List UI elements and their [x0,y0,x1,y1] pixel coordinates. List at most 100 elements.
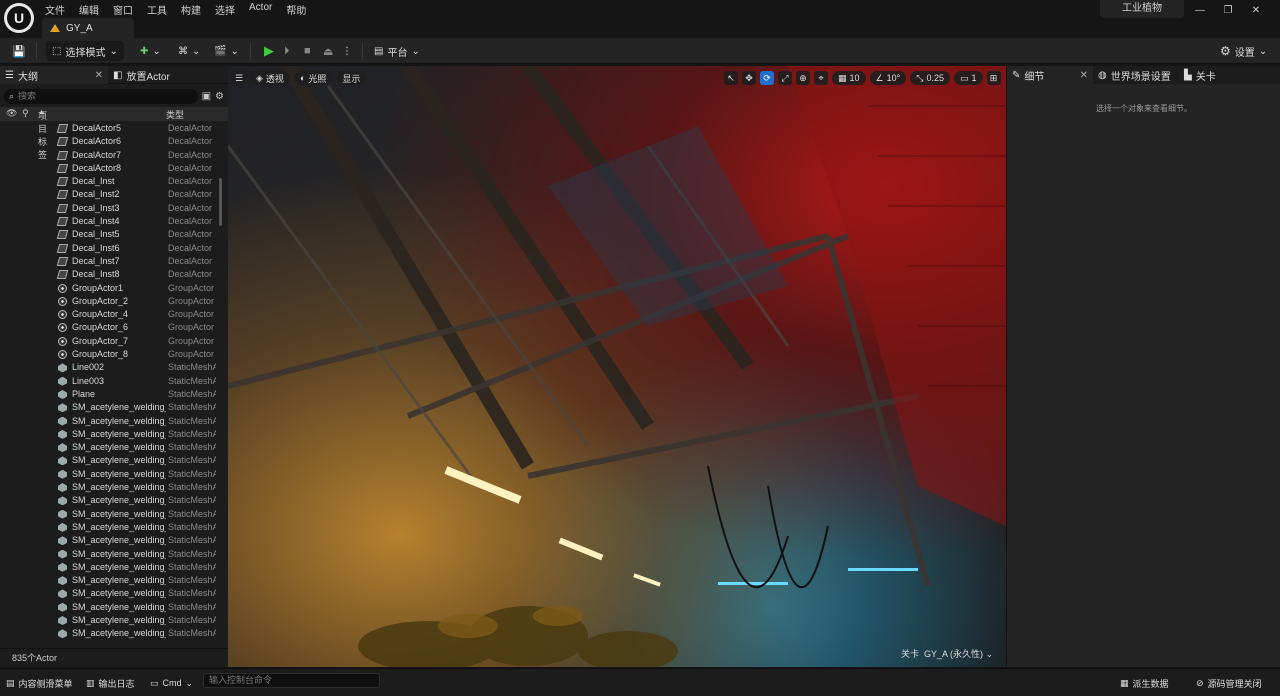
outliner-row[interactable]: SM_acetylene_welding_StaticMeshA [0,481,218,494]
cmd-dropdown[interactable]: ▭ Cmd ⌄ [150,675,193,691]
tab-place-actors[interactable]: ◧ 放置Actor [108,66,218,84]
lighting-button[interactable]: ◐ 光照 [293,71,333,85]
show-button[interactable]: 显示 [336,71,367,85]
outliner-row[interactable]: SM_acetylene_welding_StaticMeshA [0,521,218,534]
outliner-row[interactable]: SM_acetylene_welding_StaticMeshA [0,614,218,627]
menu-file[interactable]: 文件 [38,0,72,17]
world-space-icon[interactable]: ⊕ [796,71,810,85]
outliner-row[interactable]: SM_acetylene_welding_StaticMeshA [0,508,218,521]
outliner-row[interactable]: Line002 StaticMeshA [0,361,218,374]
outliner-row[interactable]: DecalActor5 DecalActor [0,122,218,135]
select-tool-icon[interactable]: ↖ [724,71,738,85]
add-folder-icon[interactable]: ▣ [202,91,211,102]
outliner-row[interactable]: DecalActor7 DecalActor [0,149,218,162]
output-log-button[interactable]: ▥ 输出日志 [86,675,135,691]
outliner-row[interactable]: SM_acetylene_welding_StaticMeshA [0,561,218,574]
outliner-row[interactable]: SM_acetylene_welding_StaticMeshA [0,627,218,640]
menu-build[interactable]: 构建 [174,0,208,17]
outliner-row[interactable]: Decal_Inst DecalActor [0,175,218,188]
outliner-row[interactable]: SM_acetylene_welding_StaticMeshA [0,494,218,507]
level-tab[interactable]: GY_A [42,18,134,38]
source-control-button[interactable]: ⊘ 源码管理关闭 [1196,675,1262,691]
outliner-row[interactable]: SM_acetylene_welding_StaticMeshA [0,601,218,614]
outliner-row[interactable]: GroupActor_8 GroupActor [0,348,218,361]
close-button[interactable]: ✕ [1246,4,1266,18]
outliner-row[interactable]: SM_acetylene_welding_StaticMeshA [0,574,218,587]
menu-window[interactable]: 窗口 [106,0,140,17]
surface-snap-icon[interactable]: ⌖ [814,71,828,85]
level-viewport[interactable]: ☰ ◈ 透视 ◐ 光照 显示 ↖ ✥ ⟳ ⤢ ⊕ ⌖ ▦ 10 ∠ 10° ⤡ … [228,66,1006,667]
outliner-row[interactable]: GroupActor_6 GroupActor [0,321,218,334]
outliner-row[interactable]: Plane StaticMeshA [0,388,218,401]
outliner-row[interactable]: SM_acetylene_welding_StaticMeshA [0,534,218,547]
outliner-row[interactable]: GroupActor_7 GroupActor [0,335,218,348]
outliner-row[interactable]: GroupActor_4 GroupActor [0,308,218,321]
outliner-row[interactable]: SM_acetylene_welding_StaticMeshA [0,441,218,454]
eject-button[interactable]: ⏏ [319,41,337,61]
outliner-row[interactable]: DecalActor8 DecalActor [0,162,218,175]
blueprint-button[interactable]: ⌘ ⌄ [174,41,204,61]
close-icon[interactable]: ✕ [1080,70,1088,81]
save-button[interactable]: 💾 [8,41,30,61]
menu-help[interactable]: 帮助 [279,0,313,17]
maximize-button[interactable]: ❐ [1218,4,1238,18]
settings-button[interactable]: ⚙ 设置 ⌄ [1216,41,1271,61]
viewport-menu-button[interactable]: ☰ [232,71,246,85]
close-icon[interactable]: ✕ [95,70,103,81]
menu-edit[interactable]: 编辑 [72,0,106,17]
outliner-row[interactable]: SM_acetylene_welding_StaticMeshA [0,428,218,441]
outliner-row[interactable]: SM_acetylene_welding_StaticMeshA [0,415,218,428]
minimize-button[interactable]: — [1190,4,1210,18]
tab-details[interactable]: ✎ 细节 ✕ [1007,66,1093,84]
outliner-row[interactable]: Decal_Inst3 DecalActor [0,202,218,215]
search-input[interactable] [18,91,159,101]
menu-select[interactable]: 选择 [208,0,242,17]
mode-select-dropdown[interactable]: ⬚ 选择模式 ⌄ [46,41,124,61]
scale-snap-button[interactable]: ⤡ 0.25 [910,71,950,85]
console-command-input[interactable]: 输入控制台命令 [203,673,380,688]
outliner-row[interactable]: Decal_Inst8 DecalActor [0,268,218,281]
tab-level[interactable]: ▙ 关卡 [1179,66,1265,84]
outliner-row[interactable]: Decal_Inst5 DecalActor [0,228,218,241]
outliner-row[interactable]: SM_acetylene_welding_StaticMeshA [0,641,218,643]
column-type-header[interactable]: 类型 [166,108,184,121]
grid-snap-button[interactable]: ▦ 10 [832,71,866,85]
step-button[interactable]: ⏵ [280,41,294,61]
outliner-row[interactable]: SM_acetylene_welding_StaticMeshA [0,548,218,561]
outliner-row[interactable]: SM_acetylene_welding_StaticMeshA [0,454,218,467]
outliner-row[interactable]: SM_acetylene_welding_StaticMeshA [0,587,218,600]
add-content-button[interactable]: ✚ ⌄ [136,41,165,61]
outliner-row[interactable]: GroupActor_2 GroupActor [0,295,218,308]
platform-dropdown[interactable]: ▤ 平台 ⌄ [370,41,424,61]
outliner-row[interactable]: DecalActor6 DecalActor [0,135,218,148]
outliner-scrollbar[interactable] [219,178,222,226]
derived-data-button[interactable]: ▦ 派生数据 [1120,675,1169,691]
outliner-search[interactable]: ⌕ [4,88,198,104]
layout-icon[interactable]: ⊞ [986,71,1001,85]
content-drawer-button[interactable]: ▤ 内容侧滑菜单 [6,675,73,691]
camera-speed-button[interactable]: ▭ 1 [953,71,983,85]
outliner-row[interactable]: Decal_Inst7 DecalActor [0,255,218,268]
visibility-column-icon[interactable]: 👁 [6,108,17,119]
menu-tools[interactable]: 工具 [140,0,174,17]
outliner-row[interactable]: GroupActor1 GroupActor [0,282,218,295]
outliner-row[interactable]: Line003 StaticMeshA [0,375,218,388]
viewport-level-indicator[interactable]: 关卡 GY_A (永久性) ⌄ [901,647,993,660]
outliner-row[interactable]: Decal_Inst4 DecalActor [0,215,218,228]
cinematics-button[interactable]: 🎬 ⌄ [210,41,243,61]
play-button[interactable]: ▶ [260,41,278,61]
scale-tool-icon[interactable]: ⤢ [778,71,792,85]
menu-actor[interactable]: Actor [242,0,279,16]
unreal-logo-icon[interactable]: U [4,3,34,33]
rotate-tool-icon[interactable]: ⟳ [760,71,774,85]
move-tool-icon[interactable]: ✥ [742,71,756,85]
outliner-row[interactable]: SM_acetylene_welding_StaticMeshA [0,401,218,414]
tab-world-settings[interactable]: ◍ 世界场景设置 [1093,66,1179,84]
stop-button[interactable]: ■ [300,41,315,61]
rotation-snap-button[interactable]: ∠ 10° [869,71,907,85]
pin-column-icon[interactable]: ⚲ [22,108,29,119]
perspective-button[interactable]: ◈ 透视 [250,71,290,85]
play-options-button[interactable]: ⋮ [338,41,356,61]
outliner-row[interactable]: Decal_Inst2 DecalActor [0,188,218,201]
outliner-row[interactable]: SM_acetylene_welding_StaticMeshA [0,468,218,481]
